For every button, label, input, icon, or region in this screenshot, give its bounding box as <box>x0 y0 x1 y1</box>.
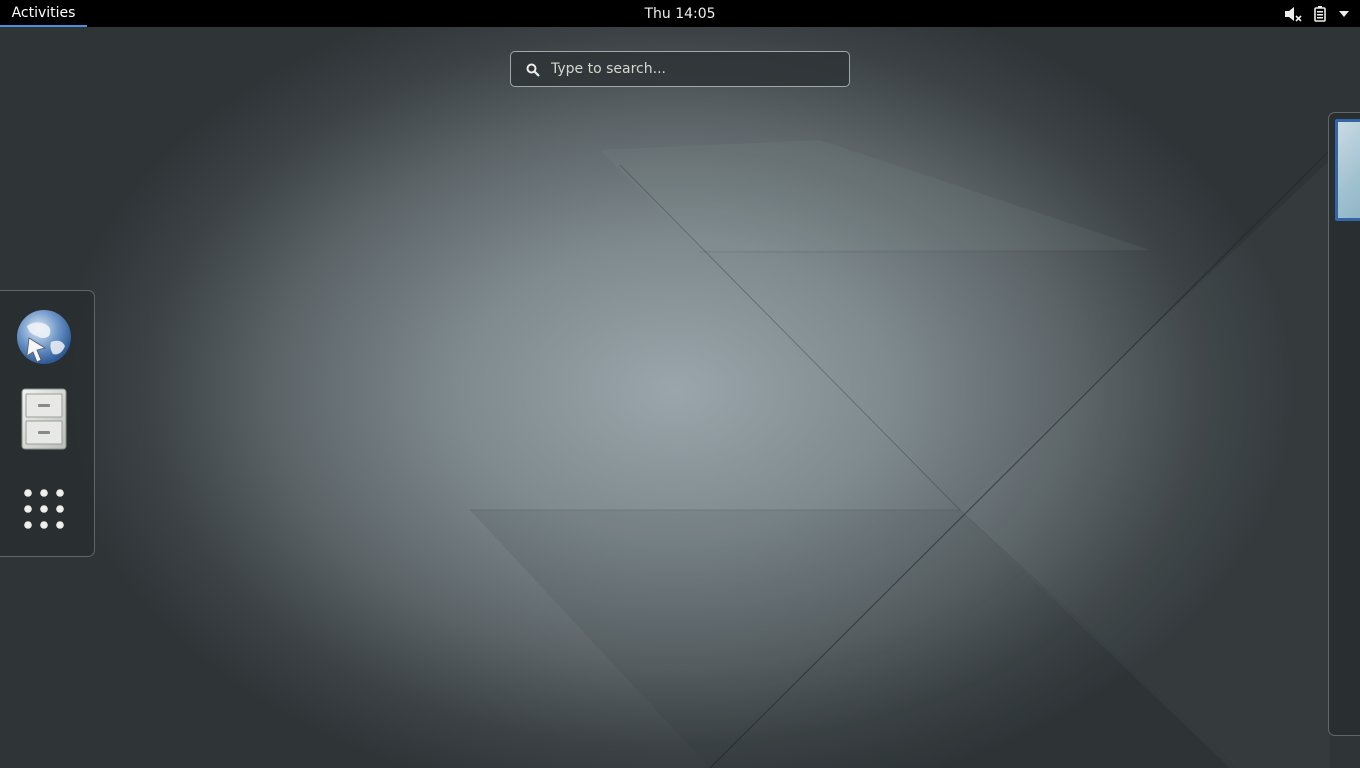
system-status-area[interactable] <box>1284 0 1350 27</box>
wallpaper-pattern <box>470 140 1331 768</box>
search-input[interactable] <box>551 52 841 86</box>
activities-button[interactable]: Activities <box>0 0 87 27</box>
clock[interactable]: Thu 14:05 <box>600 0 760 27</box>
top-bar: Activities Thu 14:05 <box>0 0 1360 27</box>
globe-icon <box>17 310 71 364</box>
dash-item-web-browser[interactable] <box>8 301 80 373</box>
dash-item-show-applications[interactable] <box>8 473 80 545</box>
search-icon <box>526 62 540 81</box>
file-cabinet-icon <box>21 388 67 450</box>
volume-muted-icon[interactable] <box>1284 6 1302 22</box>
app-grid-icon <box>24 489 64 529</box>
dash-item-files[interactable] <box>8 383 80 455</box>
workspace-thumbnail[interactable] <box>1335 119 1360 221</box>
workspace-switcher <box>1328 112 1360 736</box>
system-menu-arrow-icon[interactable] <box>1338 10 1350 18</box>
desktop-background <box>0 0 1360 768</box>
battery-icon[interactable] <box>1314 5 1326 22</box>
dash <box>0 290 95 557</box>
search-box[interactable] <box>510 51 850 87</box>
